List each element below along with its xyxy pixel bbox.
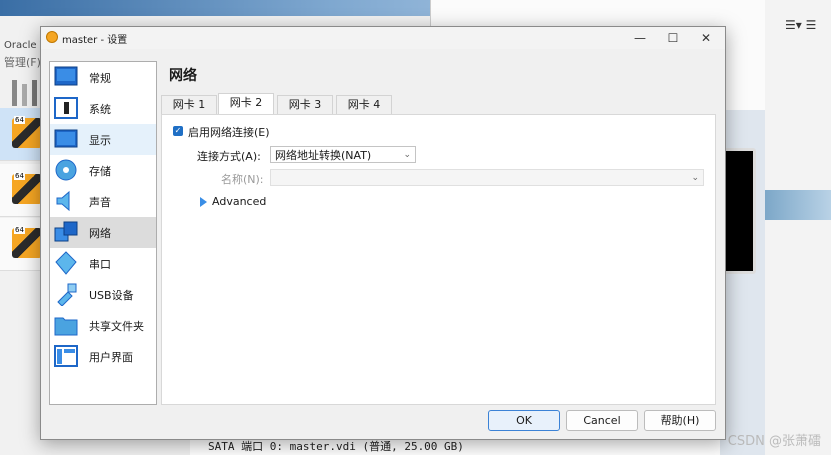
sidebar-item-user-interface[interactable]: 用户界面 — [50, 341, 156, 372]
sidebar-item-audio[interactable]: 声音 — [50, 186, 156, 217]
tab-adapter-4[interactable]: 网卡 4 — [336, 95, 392, 115]
adapter-name-select: ⌄ — [270, 169, 704, 186]
serial-port-icon — [55, 251, 77, 275]
adapter-name-label: 名称(N): — [221, 173, 264, 186]
background-thumbnail — [765, 190, 831, 220]
display-icon — [54, 129, 78, 148]
dialog-titlebar[interactable]: master - 设置 — ☐ ✕ — [41, 27, 725, 49]
audio-icon — [56, 190, 70, 212]
tools-icon[interactable] — [8, 78, 44, 110]
storage-detail-line: SATA 端口 0: master.vdi (普通, 25.00 GB) — [190, 438, 720, 455]
usb-icon — [57, 283, 77, 306]
sidebar-item-serial-port[interactable]: 串口 — [50, 248, 156, 279]
network-icon — [54, 221, 78, 242]
manager-menu[interactable]: 管理(F) — [4, 54, 41, 70]
background-right-panel — [765, 0, 831, 455]
virtualbox-icon — [46, 31, 58, 43]
cancel-button[interactable]: Cancel — [566, 410, 638, 431]
sidebar-item-system[interactable]: 系统 — [50, 93, 156, 124]
chevron-down-icon: ⌄ — [403, 150, 411, 160]
close-button[interactable]: ✕ — [691, 28, 721, 48]
attach-mode-label: 连接方式(A): — [197, 150, 261, 163]
list-format-icon[interactable]: ☰▾ ☰ — [785, 18, 816, 32]
dialog-title: master - 设置 — [62, 35, 128, 46]
tab-adapter-2[interactable]: 网卡 2 — [218, 93, 274, 115]
expand-arrow-icon[interactable] — [200, 197, 207, 207]
maximize-button[interactable]: ☐ — [658, 28, 688, 48]
shared-folder-icon — [54, 317, 78, 336]
help-button[interactable]: 帮助(H) — [644, 410, 716, 431]
advanced-toggle[interactable]: Advanced — [212, 195, 266, 208]
tab-adapter-3[interactable]: 网卡 3 — [277, 95, 333, 115]
enable-network-label[interactable]: 启用网络连接(E) — [188, 124, 270, 140]
tab-adapter-1[interactable]: 网卡 1 — [161, 95, 217, 115]
chevron-down-icon: ⌄ — [691, 173, 699, 183]
enable-network-checkbox[interactable]: ✓ — [173, 126, 183, 136]
sidebar-item-shared-folders[interactable]: 共享文件夹 — [50, 310, 156, 341]
general-icon — [54, 66, 78, 86]
adapter-settings-panel: ✓ 启用网络连接(E) 连接方式(A): 网络地址转换(NAT) ⌄ 名称(N)… — [161, 114, 716, 405]
settings-dialog: master - 设置 — ☐ ✕ 常规 系统 显示 存储 声音 网络 串口 U… — [40, 26, 726, 440]
sidebar-item-display[interactable]: 显示 — [50, 124, 156, 155]
user-interface-icon — [54, 345, 78, 367]
ok-button[interactable]: OK — [488, 410, 560, 431]
sidebar-item-network[interactable]: 网络 — [50, 217, 156, 248]
vm-preview — [722, 148, 756, 274]
attach-mode-select[interactable]: 网络地址转换(NAT) ⌄ — [270, 146, 416, 163]
sidebar-item-general[interactable]: 常规 — [50, 62, 156, 93]
minimize-button[interactable]: — — [625, 28, 655, 48]
system-icon — [54, 97, 78, 119]
settings-sidebar: 常规 系统 显示 存储 声音 网络 串口 USB设备 共享文件夹 用户界面 — [49, 61, 157, 405]
sidebar-item-usb[interactable]: USB设备 — [50, 279, 156, 310]
storage-icon — [55, 159, 77, 181]
page-title: 网络 — [169, 68, 197, 84]
sidebar-item-storage[interactable]: 存储 — [50, 155, 156, 186]
watermark: CSDN @张萧礌 — [727, 434, 821, 449]
